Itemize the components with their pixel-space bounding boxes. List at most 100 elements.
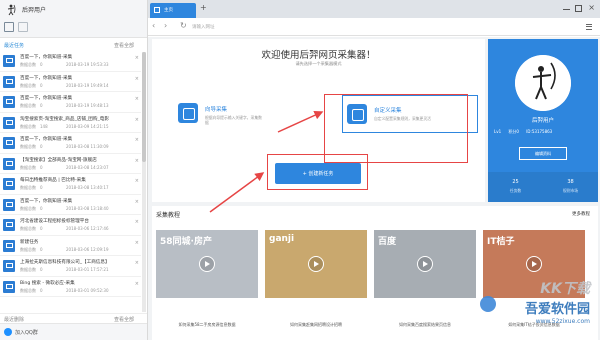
watermark-logo-icon: [480, 296, 496, 312]
sidebar-header-bar: 后羿用户: [0, 0, 147, 38]
profile-panel: 后羿用户 Lv1 积分0 ID:53175863 编辑资料 25 任务数 38 …: [488, 39, 598, 202]
close-task-icon[interactable]: ×: [135, 240, 139, 246]
task-count: 0: [40, 226, 43, 231]
sidebar-scrollbar[interactable]: [142, 52, 146, 312]
import-task-icon[interactable]: [18, 22, 28, 32]
task-list-item[interactable]: Bing 搜索 - 微软必应-采集 数据总数 0 2018-03-01 09:52:3…: [0, 277, 141, 297]
task-date: 2018-03-08 11:30:09: [66, 144, 109, 149]
task-list-item[interactable]: 每日出特推荐商品 | 巴比特-采集 数据总数 0 2018-03-08 13:40:1…: [0, 174, 141, 195]
join-qq-group-button[interactable]: 加入QQ群: [0, 323, 147, 340]
view-all-tasks-link[interactable]: 查看全部: [114, 42, 134, 49]
task-icon: [3, 116, 15, 129]
task-list-item[interactable]: 【淘宝搜索】全部商品-淘宝网-旗舰店 数据总数 0 2018-03-08 14:23:…: [0, 154, 141, 174]
back-icon[interactable]: ‹: [152, 22, 155, 30]
task-count-label: 数据总数: [20, 185, 36, 190]
task-title: 新建任务: [20, 239, 39, 245]
maximize-icon[interactable]: [575, 5, 582, 12]
wizard-mode-card[interactable]: 向导采集 根据向导提示输入关键字，采集数据: [174, 95, 310, 133]
task-count-label: 数据总数: [20, 82, 36, 88]
task-count-label: 数据总数: [20, 287, 36, 293]
tutorial-card[interactable]: ganji: [265, 230, 367, 298]
task-title: 淘宝搜索页-淘宝搜索_商品_店铺_团购_电影: [20, 116, 109, 122]
scrollbar-thumb[interactable]: [142, 52, 146, 162]
task-list-item[interactable]: 新建任务 数据总数 0 2018-03-06 12:09:19 ×: [0, 236, 141, 256]
task-date: 2018-03-09 14:21:15: [66, 123, 109, 129]
minimize-icon[interactable]: [563, 9, 570, 10]
new-task-icon[interactable]: [4, 22, 14, 32]
close-task-icon[interactable]: ×: [135, 281, 139, 287]
reload-icon[interactable]: ↻: [180, 22, 187, 30]
play-icon[interactable]: [417, 256, 433, 272]
task-date: 2018-03-19 19:53:33: [66, 62, 109, 67]
task-list-item[interactable]: 百度一下，你就知道-采集 数据总数 0 2018-03-08 13:18:40 ×: [0, 195, 141, 215]
tutorial-logo-text: 58同城·房产: [160, 237, 212, 247]
task-list-item[interactable]: 百度一下，你就知道-采集 数据总数 0 2018-03-19 19:48:13 ×: [0, 92, 141, 113]
view-all-deleted-link[interactable]: 查看全部: [114, 316, 134, 323]
url-input[interactable]: [192, 21, 532, 33]
task-list-item[interactable]: 河北省建设工程招标投标管理平台 数据总数 0 2018-03-06 12:17:46 ×: [0, 215, 141, 236]
close-task-icon[interactable]: ×: [135, 158, 139, 164]
profile-stats: Lv1 积分0 ID:53175863: [494, 129, 592, 135]
task-count: 0: [40, 205, 43, 211]
task-icon: [3, 239, 15, 252]
username-label: 后羿用户: [22, 7, 47, 14]
task-count-value[interactable]: 25: [488, 179, 543, 185]
tab-bar: 主页 + ×: [148, 0, 600, 18]
create-task-highlight-box: [267, 154, 368, 190]
task-list-item[interactable]: 百度一下，你就知道-采集 数据总数 0 2018-03-19 19:49:14 ×: [0, 72, 141, 92]
task-count-label: 数据总数: [20, 205, 36, 211]
join-qq-group-label: 加入QQ群: [15, 330, 38, 336]
home-tab-icon: [154, 7, 160, 13]
site-watermark: KK下载 吾爱软件园 www.52zixue.com: [444, 278, 594, 336]
welcome-panel: 欢迎使用后羿网页采集器！ 请先选择一个采集器模式 向导采集 根据向导提示输入关键…: [152, 39, 485, 202]
close-task-icon[interactable]: ×: [135, 260, 139, 266]
watermark-line1: KK下载: [540, 281, 590, 297]
close-task-icon[interactable]: ×: [135, 137, 139, 143]
task-date: 2018-03-08 13:18:40: [66, 205, 109, 211]
close-task-icon[interactable]: ×: [135, 55, 139, 61]
new-tab-button[interactable]: +: [200, 4, 207, 12]
close-task-icon[interactable]: ×: [135, 117, 139, 123]
task-list-item[interactable]: 淘宝搜索页-淘宝搜索_商品_店铺_团购_电影 数据总数 148 2018-03-09 …: [0, 113, 141, 133]
forward-icon[interactable]: ›: [164, 22, 167, 30]
watermark-line2: 吾爱软件园: [524, 302, 590, 317]
close-task-icon[interactable]: ×: [135, 96, 139, 102]
task-count-label: 数据总数: [20, 267, 36, 272]
task-count-label: 数据总数: [20, 164, 36, 170]
welcome-subtitle: 请先选择一个采集器模式: [295, 61, 342, 66]
close-task-icon[interactable]: ×: [135, 76, 139, 82]
task-icon: [3, 96, 15, 108]
task-icon: [3, 178, 15, 190]
task-count: 0: [40, 82, 43, 88]
menu-icon[interactable]: [586, 22, 592, 31]
recently-deleted-link[interactable]: 最近删除: [4, 316, 24, 323]
task-list-item[interactable]: 上海拉夫斯信息科技有限公司_【工商信息】 数据总数 0 2018-03-01 17:5…: [0, 256, 141, 277]
tutorial-caption[interactable]: 如何采集赶集网招聘设计招聘: [265, 322, 367, 328]
edit-profile-button[interactable]: 编辑资料: [519, 147, 567, 160]
rule-market-value[interactable]: 38: [543, 179, 598, 185]
close-task-icon[interactable]: ×: [135, 178, 139, 184]
rule-market-label: 规则市场: [562, 188, 579, 193]
play-icon[interactable]: [308, 256, 324, 272]
tutorial-logo-text: 百度: [378, 237, 397, 247]
more-tutorials-link[interactable]: 更多教程: [572, 211, 590, 217]
tab-home[interactable]: 主页: [150, 3, 196, 18]
task-date: 2018-03-01 17:57:21: [66, 267, 109, 272]
task-list-item[interactable]: 百度一下，你就知道-采集 数据总数 0 2018-03-19 19:53:33 ×: [0, 51, 141, 72]
task-count: 0: [40, 164, 43, 170]
task-count: 0: [40, 62, 43, 67]
custom-mode-highlight-box: [324, 94, 468, 163]
tutorial-caption[interactable]: 如何采集58二手房房源信息数据: [156, 322, 258, 328]
play-icon[interactable]: [526, 256, 542, 272]
play-icon[interactable]: [199, 256, 215, 272]
avatar[interactable]: [515, 55, 571, 111]
task-count-label: 数据总数: [20, 123, 36, 129]
close-window-icon[interactable]: ×: [588, 3, 595, 12]
close-task-icon[interactable]: ×: [135, 219, 139, 225]
recent-tasks-header: 最近任务 查看全部: [0, 40, 147, 50]
task-icon: [3, 157, 15, 170]
task-list-item[interactable]: 百度一下，你就知道-采集 数据总数 0 2018-03-08 11:30:09 ×: [0, 133, 141, 154]
close-task-icon[interactable]: ×: [135, 199, 139, 205]
tutorial-card[interactable]: 58同城·房产: [156, 230, 258, 298]
task-date: 2018-03-01 09:52:30: [66, 287, 109, 293]
